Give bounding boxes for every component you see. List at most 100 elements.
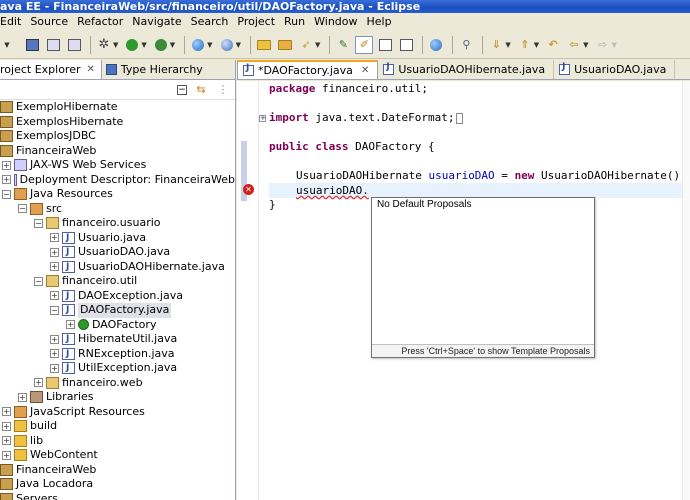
expand-icon[interactable]: + bbox=[2, 450, 11, 460]
tree-item[interactable]: + UsuarioDAOHibernate.java bbox=[0, 260, 235, 274]
tab-type-hierarchy[interactable]: Type Hierarchy bbox=[102, 60, 209, 79]
tree-item[interactable]: ExemploHibernate bbox=[0, 100, 235, 115]
tree-item[interactable]: − src bbox=[0, 202, 235, 217]
expand-icon[interactable]: + bbox=[2, 160, 11, 170]
collapse-icon[interactable]: − bbox=[50, 305, 59, 315]
tree-item[interactable]: + build bbox=[0, 419, 235, 434]
debug-dropdown-icon[interactable]: ▼ bbox=[113, 41, 118, 49]
menu-edit[interactable]: Edit bbox=[0, 13, 26, 31]
menu-refactor[interactable]: Refactor bbox=[73, 13, 128, 31]
expand-icon[interactable]: + bbox=[18, 392, 27, 402]
tree-item[interactable]: Java Locadora bbox=[0, 477, 235, 492]
tree-item[interactable]: − Java Resources bbox=[0, 187, 235, 202]
close-icon[interactable]: ✕ bbox=[87, 64, 95, 75]
tree-item[interactable]: ExemplosHibernate bbox=[0, 115, 235, 130]
expand-icon[interactable]: + bbox=[50, 247, 59, 257]
new-server-icon[interactable] bbox=[189, 36, 207, 54]
run-dropdown-icon[interactable]: ▼ bbox=[141, 41, 146, 49]
external-tools-dropdown-icon[interactable]: ▼ bbox=[170, 41, 175, 49]
tree-item[interactable]: − financeiro.usuario bbox=[0, 216, 235, 231]
globe-icon[interactable] bbox=[427, 36, 445, 54]
tab-project-explorer[interactable]: roject Explorer ✕ bbox=[0, 60, 102, 79]
expand-icon[interactable]: + bbox=[50, 363, 59, 373]
tree-item[interactable]: + lib bbox=[0, 434, 235, 449]
tab-usuariodaohibernate[interactable]: UsuarioDAOHibernate.java bbox=[378, 60, 555, 79]
tree-item[interactable]: + RNException.java bbox=[0, 347, 235, 361]
open-folder-icon[interactable] bbox=[255, 36, 273, 54]
collapse-icon[interactable]: − bbox=[2, 189, 11, 199]
new-class-dropdown-icon[interactable]: ▼ bbox=[236, 41, 241, 49]
expand-icon[interactable]: + bbox=[2, 407, 11, 417]
new-class-icon[interactable] bbox=[218, 36, 236, 54]
tree-item[interactable]: + HibernateUtil.java bbox=[0, 332, 235, 347]
pin-editor-icon[interactable]: ⚲ bbox=[457, 36, 475, 54]
external-tools-icon[interactable] bbox=[152, 36, 170, 54]
tree-item[interactable]: + DAOFactory bbox=[0, 318, 235, 333]
tab-usuariodao[interactable]: UsuarioDAO.java bbox=[554, 60, 676, 79]
tree-item[interactable]: + Libraries bbox=[0, 390, 235, 405]
menu-window[interactable]: Window bbox=[310, 13, 362, 31]
prev-annotation-dropdown-icon[interactable]: ▼ bbox=[534, 41, 539, 49]
save-icon[interactable] bbox=[23, 36, 41, 54]
forward-icon[interactable]: ⇨ bbox=[594, 36, 612, 54]
run-icon[interactable] bbox=[123, 36, 141, 54]
tree-item[interactable]: FinanceiraWeb bbox=[0, 144, 235, 159]
expand-icon[interactable]: + bbox=[34, 378, 43, 388]
tree-item[interactable]: + WebContent bbox=[0, 448, 235, 463]
open-type-icon[interactable] bbox=[276, 36, 294, 54]
tree-item[interactable]: ExemplosJDBC bbox=[0, 129, 235, 144]
fold-expand-icon[interactable]: + bbox=[259, 115, 266, 122]
expand-icon[interactable]: + bbox=[50, 334, 59, 344]
editor-overview-ruler[interactable] bbox=[682, 81, 690, 500]
tree-item[interactable]: + financeiro.web bbox=[0, 376, 235, 391]
next-annotation-down-icon[interactable]: ⇓ bbox=[487, 36, 505, 54]
link-with-editor-icon[interactable]: ⇆ bbox=[193, 83, 209, 97]
mark-occurrences-icon[interactable]: ✐ bbox=[355, 35, 374, 54]
collapse-icon[interactable]: − bbox=[18, 204, 27, 214]
forward-dropdown-icon[interactable]: ▼ bbox=[612, 41, 617, 49]
folded-import-marker[interactable] bbox=[456, 112, 464, 124]
debug-icon[interactable]: ✲ bbox=[95, 36, 113, 54]
tree-item[interactable]: FinanceiraWeb bbox=[0, 463, 235, 478]
prev-annotation-icon[interactable]: ⇑ bbox=[516, 36, 534, 54]
block-selection-icon[interactable] bbox=[397, 36, 415, 54]
tree-item[interactable]: + UtilException.java bbox=[0, 361, 235, 376]
next-annotation-dropdown-icon[interactable]: ▼ bbox=[505, 41, 510, 49]
tree-item[interactable]: − financeiro.util bbox=[0, 274, 235, 289]
back-icon[interactable]: ⇦ bbox=[565, 36, 583, 54]
show-whitespace-icon[interactable] bbox=[376, 36, 394, 54]
tab-daofactory[interactable]: *DAOFactory.java ✕ bbox=[237, 60, 379, 79]
tree-item[interactable]: + Usuario.java bbox=[0, 231, 235, 245]
print-icon[interactable] bbox=[65, 36, 83, 54]
last-edit-icon[interactable]: ↶ bbox=[544, 36, 562, 54]
expand-icon[interactable]: + bbox=[2, 175, 11, 185]
error-icon[interactable]: ✕ bbox=[243, 184, 254, 195]
new-dropdown-icon[interactable]: ▼ bbox=[2, 36, 20, 54]
search-icon[interactable]: ➶ bbox=[297, 36, 315, 54]
menu-project[interactable]: Project bbox=[233, 13, 280, 31]
collapse-icon[interactable]: − bbox=[34, 276, 43, 286]
tree-item[interactable]: + Deployment Descriptor: FinanceiraWeb bbox=[0, 173, 235, 188]
back-dropdown-icon[interactable]: ▼ bbox=[583, 41, 588, 49]
collapse-all-icon[interactable]: − bbox=[177, 84, 187, 95]
expand-icon[interactable]: + bbox=[50, 262, 59, 272]
next-annotation-icon[interactable]: ✎ bbox=[334, 36, 352, 54]
collapse-icon[interactable]: − bbox=[34, 218, 43, 228]
expand-icon[interactable]: + bbox=[66, 320, 75, 330]
menu-run[interactable]: Run bbox=[280, 13, 310, 31]
close-icon[interactable]: ✕ bbox=[361, 65, 369, 76]
search-dropdown-icon[interactable]: ▼ bbox=[315, 41, 320, 49]
tree-item[interactable]: + UsuarioDAO.java bbox=[0, 245, 235, 260]
expand-icon[interactable]: + bbox=[50, 233, 59, 243]
proposal-item[interactable]: No Default Proposals bbox=[372, 198, 594, 212]
view-menu-icon[interactable]: ⋮ bbox=[215, 83, 231, 97]
menu-source[interactable]: Source bbox=[26, 13, 73, 31]
tree-item[interactable]: Servers bbox=[0, 492, 235, 500]
save-all-icon[interactable] bbox=[44, 36, 62, 54]
tree-item[interactable]: − DAOFactory.java bbox=[0, 303, 235, 318]
tree-item[interactable]: + DAOException.java bbox=[0, 289, 235, 303]
menu-navigate[interactable]: Navigate bbox=[128, 13, 186, 31]
expand-icon[interactable]: + bbox=[50, 349, 59, 359]
tree-item[interactable]: + JAX-WS Web Services bbox=[0, 158, 235, 173]
expand-icon[interactable]: + bbox=[2, 436, 11, 446]
